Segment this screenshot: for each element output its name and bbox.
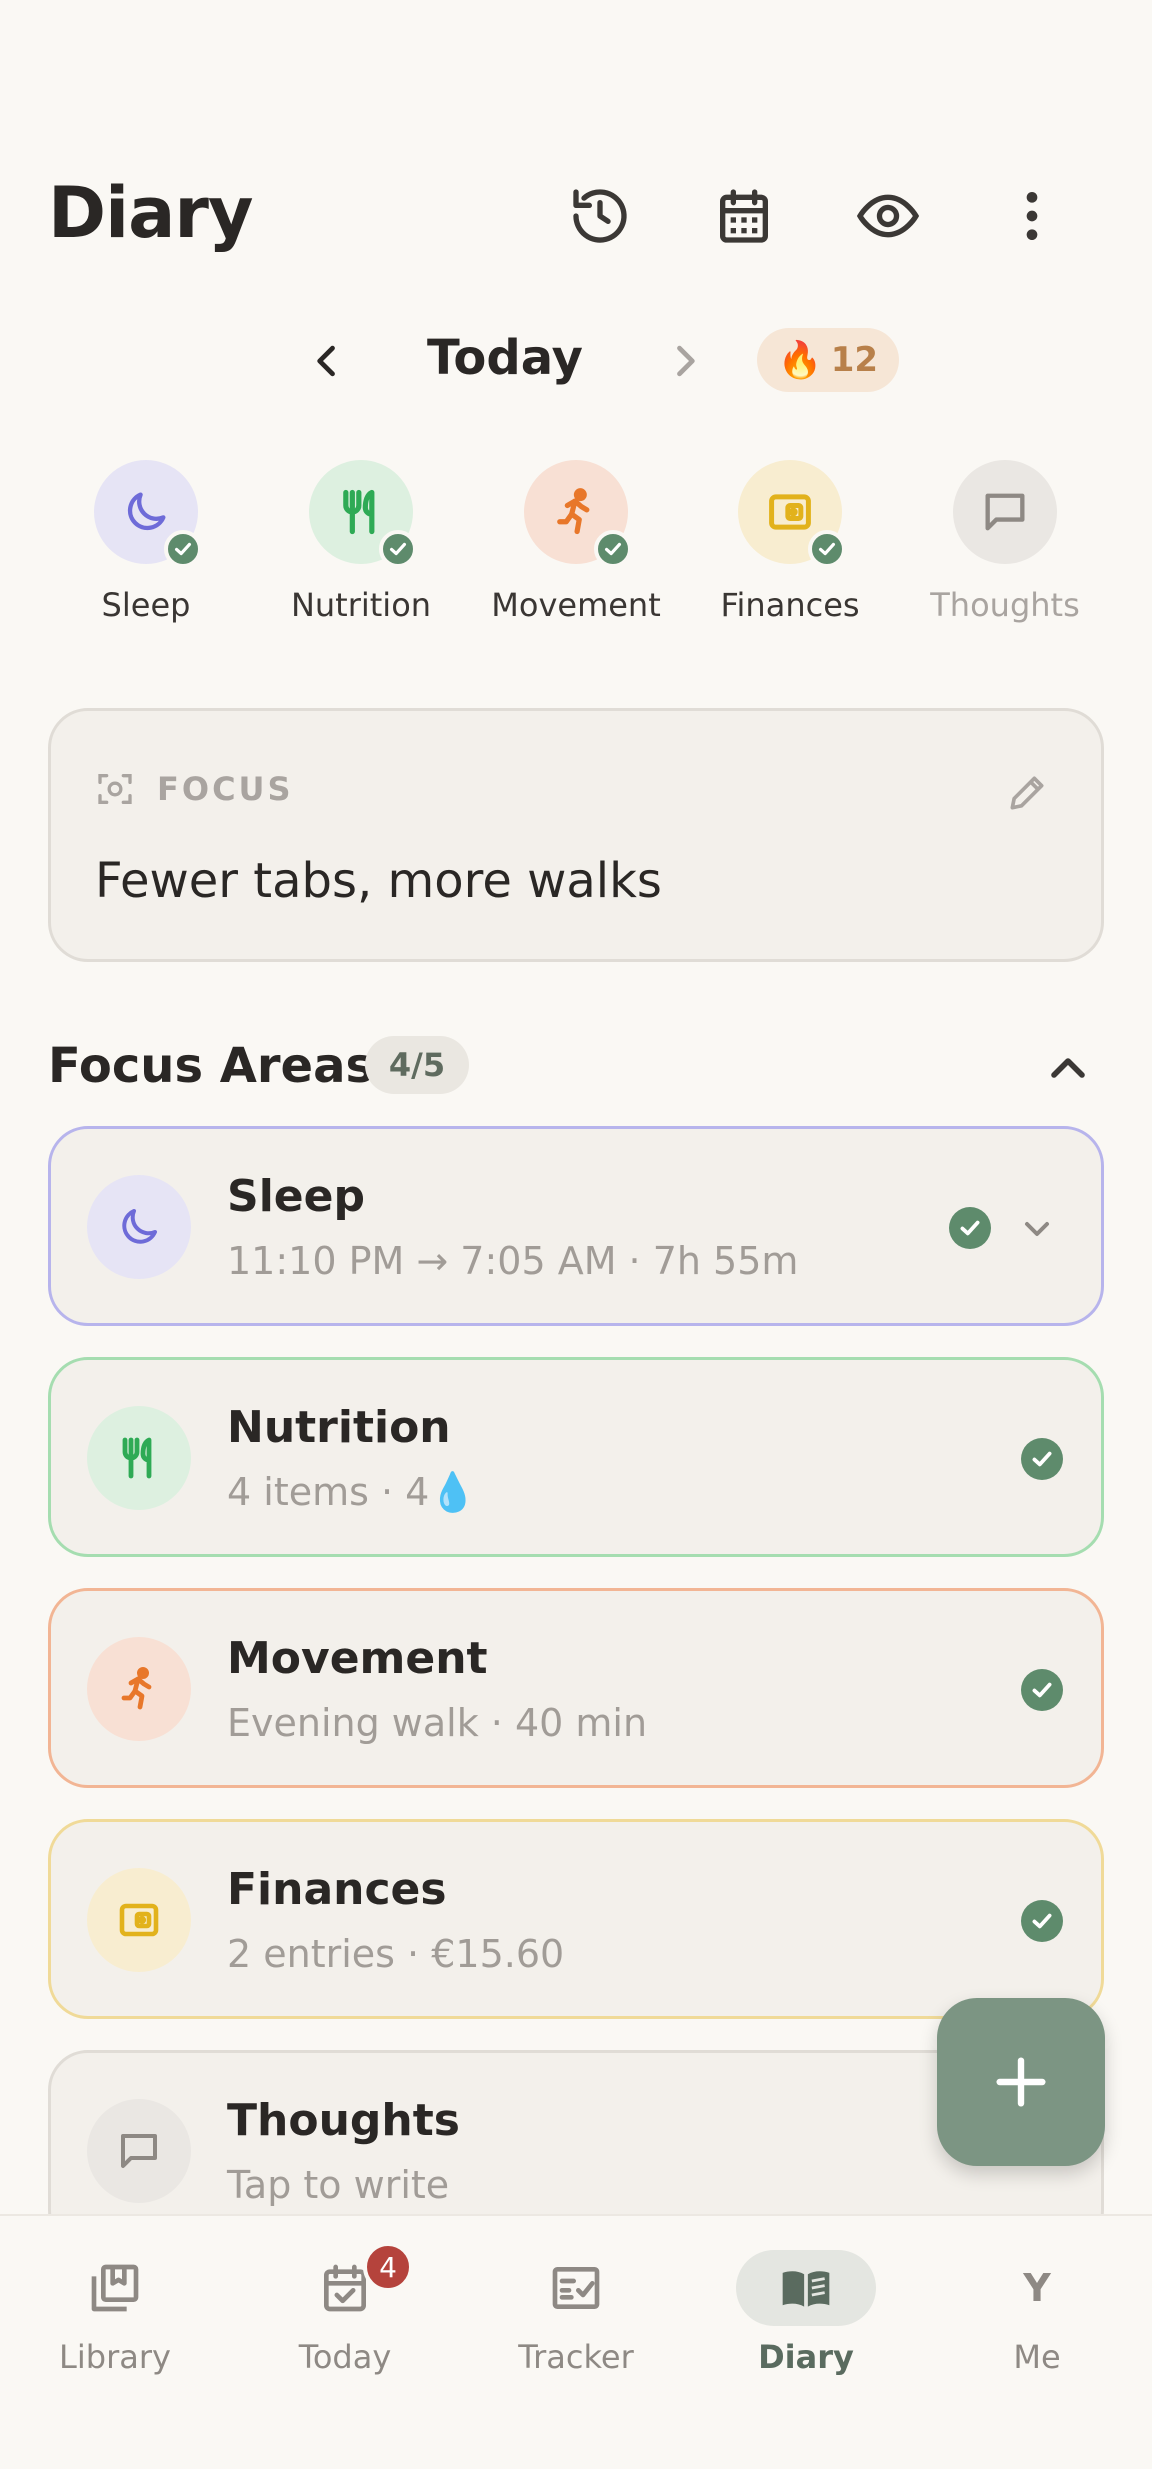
focus-target-icon bbox=[98, 774, 132, 804]
utensils-icon bbox=[87, 1406, 191, 1510]
running-icon bbox=[524, 460, 632, 568]
more-vertical-icon[interactable] bbox=[994, 178, 1070, 254]
category-chip-finances[interactable]: Finances bbox=[690, 460, 890, 624]
category-chip-thoughts[interactable]: Thoughts bbox=[905, 460, 1105, 624]
category-label: Nutrition bbox=[290, 586, 432, 624]
nav-label: Me bbox=[1013, 2338, 1061, 2376]
focus-area-subtitle: 2 entries · €15.60 bbox=[227, 1932, 565, 1976]
chat-icon bbox=[953, 460, 1057, 564]
wallet-icon bbox=[87, 1868, 191, 1972]
check-icon bbox=[808, 530, 846, 568]
collapse-section-button[interactable] bbox=[1040, 1040, 1096, 1096]
category-label: Sleep bbox=[101, 586, 191, 624]
focus-area-title: Thoughts bbox=[227, 2095, 460, 2146]
progress-badge: 4/5 bbox=[365, 1036, 469, 1094]
check-icon bbox=[1021, 1438, 1063, 1480]
check-icon bbox=[164, 530, 202, 568]
expand-button[interactable] bbox=[1017, 1209, 1057, 1249]
category-chip-nutrition[interactable]: Nutrition bbox=[261, 460, 461, 624]
nav-label: Library bbox=[59, 2338, 171, 2376]
bottom-navigation: Library 4 Today Tracker Diary Y Me bbox=[0, 2214, 1152, 2469]
plus-icon bbox=[996, 2057, 1046, 2107]
check-icon bbox=[949, 1207, 991, 1249]
book-open-icon bbox=[736, 2250, 876, 2326]
focus-area-subtitle: Tap to write bbox=[227, 2163, 450, 2207]
avatar: Y bbox=[967, 2250, 1107, 2326]
nav-item-tracker[interactable]: Tracker bbox=[461, 2216, 691, 2416]
chevron-up-icon bbox=[1051, 1058, 1085, 1078]
focus-area-subtitle: 4 items · 4💧 bbox=[227, 1470, 477, 1514]
calendar-icon[interactable] bbox=[706, 178, 782, 254]
check-icon bbox=[1021, 1900, 1063, 1942]
wallet-icon bbox=[738, 460, 846, 568]
history-icon[interactable] bbox=[562, 178, 638, 254]
focus-area-title: Sleep bbox=[227, 1171, 365, 1222]
checklist-icon bbox=[506, 2250, 646, 2326]
focus-text: Fewer tabs, more walks bbox=[95, 853, 662, 909]
edit-focus-button[interactable] bbox=[1005, 771, 1049, 815]
date-label[interactable]: Today bbox=[390, 330, 620, 386]
check-icon bbox=[1021, 1669, 1063, 1711]
eye-icon[interactable] bbox=[850, 178, 926, 254]
focus-area-finances[interactable]: Finances 2 entries · €15.60 bbox=[48, 1819, 1104, 2019]
nav-label: Today bbox=[298, 2338, 392, 2376]
nav-item-me[interactable]: Y Me bbox=[922, 2216, 1152, 2416]
focus-card[interactable]: FOCUS Fewer tabs, more walks bbox=[48, 708, 1104, 962]
moon-icon bbox=[87, 1175, 191, 1279]
nav-label: Tracker bbox=[518, 2338, 634, 2376]
focus-area-title: Movement bbox=[227, 1633, 488, 1684]
check-icon bbox=[379, 530, 417, 568]
focus-area-subtitle: Evening walk · 40 min bbox=[227, 1701, 648, 1745]
focus-area-movement[interactable]: Movement Evening walk · 40 min bbox=[48, 1588, 1104, 1788]
category-label: Movement bbox=[491, 586, 661, 624]
next-day-button[interactable] bbox=[650, 326, 720, 396]
category-label: Finances bbox=[720, 586, 860, 624]
focus-area-sleep[interactable]: Sleep 11:10 PM → 7:05 AM · 7h 55m bbox=[48, 1126, 1104, 1326]
notification-badge: 4 bbox=[363, 2242, 413, 2292]
focus-area-nutrition[interactable]: Nutrition 4 items · 4💧 bbox=[48, 1357, 1104, 1557]
streak-count: 12 bbox=[830, 340, 879, 380]
focus-heading: FOCUS bbox=[157, 770, 294, 808]
nav-item-today[interactable]: 4 Today bbox=[230, 2216, 460, 2416]
nav-label: Diary bbox=[758, 2338, 854, 2376]
page-title: Diary bbox=[48, 172, 253, 254]
calendar-check-icon: 4 bbox=[275, 2242, 415, 2326]
focus-area-title: Nutrition bbox=[227, 1402, 451, 1453]
chevron-down-icon bbox=[1025, 1222, 1049, 1236]
section-title: Focus Areas bbox=[48, 1038, 375, 1094]
moon-icon bbox=[94, 460, 202, 568]
fire-icon: 🔥 bbox=[777, 340, 823, 381]
utensils-icon bbox=[309, 460, 417, 568]
running-icon bbox=[87, 1637, 191, 1741]
category-chip-movement[interactable]: Movement bbox=[476, 460, 676, 624]
streak-badge[interactable]: 🔥 12 bbox=[757, 328, 899, 392]
library-icon bbox=[45, 2250, 185, 2326]
focus-area-subtitle: 11:10 PM → 7:05 AM · 7h 55m bbox=[227, 1239, 799, 1283]
check-icon bbox=[594, 530, 632, 568]
pencil-icon bbox=[1010, 776, 1044, 810]
nav-item-library[interactable]: Library bbox=[0, 2216, 230, 2416]
avatar-letter: Y bbox=[1023, 2266, 1051, 2310]
previous-day-button[interactable] bbox=[292, 326, 362, 396]
category-chip-sleep[interactable]: Sleep bbox=[46, 460, 246, 624]
category-label: Thoughts bbox=[930, 586, 1080, 624]
focus-area-title: Finances bbox=[227, 1864, 447, 1915]
chevron-right-icon bbox=[677, 345, 695, 377]
chevron-left-icon bbox=[317, 345, 335, 377]
nav-item-diary[interactable]: Diary bbox=[691, 2216, 921, 2416]
chat-icon bbox=[87, 2099, 191, 2203]
add-entry-button[interactable] bbox=[937, 1998, 1105, 2166]
